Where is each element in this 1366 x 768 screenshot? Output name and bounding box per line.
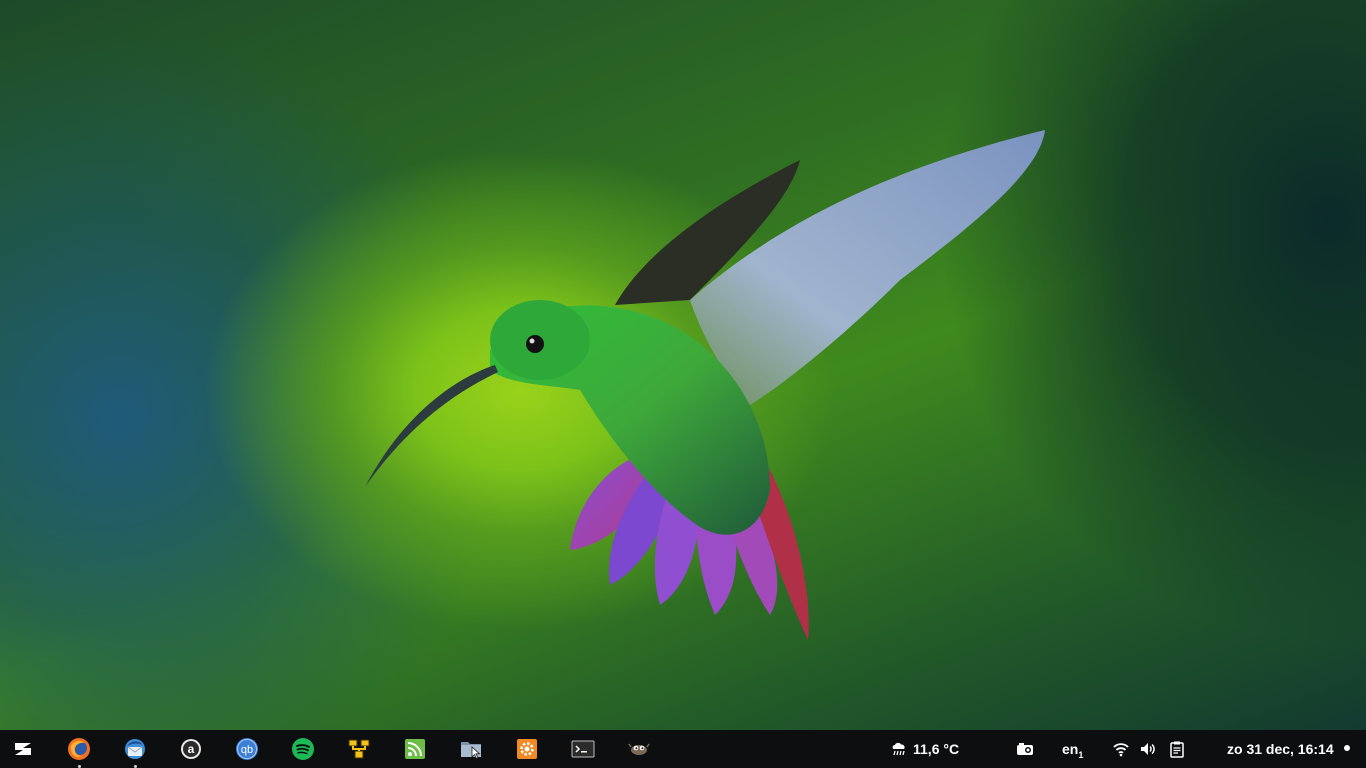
rain-cloud-icon[interactable]: [890, 740, 908, 758]
amarok-icon[interactable]: a: [179, 737, 203, 761]
network-app-icon[interactable]: [347, 737, 371, 761]
keyboard-layout-indicator[interactable]: en1: [1062, 741, 1083, 760]
screenshot-tool-icon[interactable]: [1016, 740, 1034, 758]
spotify-icon[interactable]: [291, 737, 315, 761]
svg-text:a: a: [188, 742, 195, 756]
file-manager-icon[interactable]: [459, 737, 483, 761]
clipboard-icon[interactable]: [1168, 740, 1186, 758]
terminal-icon[interactable]: [571, 737, 595, 761]
qbittorrent-icon[interactable]: qb: [235, 737, 259, 761]
hummingbird-image: [365, 130, 1045, 640]
clock-datetime[interactable]: zo 31 dec, 16:14: [1227, 741, 1334, 757]
gimp-icon[interactable]: [627, 737, 651, 761]
keyboard-layout-index: 1: [1078, 749, 1084, 760]
keyboard-layout-label: en: [1062, 741, 1079, 757]
settings-app-icon[interactable]: [515, 737, 539, 761]
taskbar: a qb 11,6 °C en1 zo 31 dec, 16:14: [0, 730, 1366, 768]
qbittorrent-label: qb: [241, 744, 253, 756]
rss-reader-icon[interactable]: [403, 737, 427, 761]
zorin-menu-icon[interactable]: [11, 737, 35, 761]
firefox-icon[interactable]: [67, 737, 91, 761]
notification-dot-icon[interactable]: [1344, 745, 1350, 751]
wifi-icon[interactable]: [1112, 740, 1130, 758]
volume-icon[interactable]: [1139, 740, 1157, 758]
desktop-wallpaper: [0, 0, 1366, 730]
thunderbird-icon[interactable]: [123, 737, 147, 761]
weather-temperature[interactable]: 11,6 °C: [913, 741, 959, 757]
